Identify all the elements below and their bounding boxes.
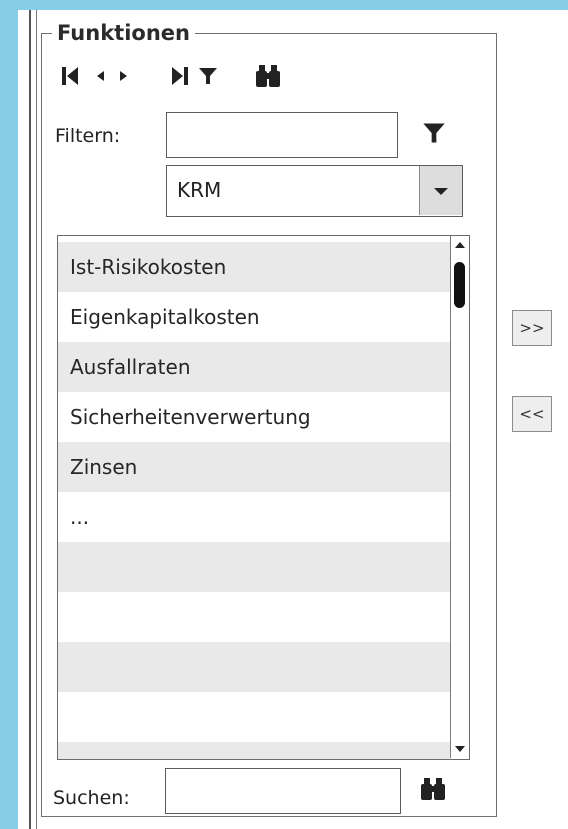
- list-item[interactable]: Eigenkapitalkosten: [58, 292, 451, 342]
- list-item[interactable]: Ist-Risikokosten: [58, 242, 451, 292]
- list-rows: Ist-Risikokosten Eigenkapitalkosten Ausfal…: [58, 242, 451, 759]
- first-record-icon[interactable]: [56, 62, 84, 90]
- search-input[interactable]: [165, 768, 401, 814]
- scroll-up-icon[interactable]: [451, 236, 469, 254]
- list-item-empty[interactable]: [58, 642, 451, 692]
- search-binoculars-icon[interactable]: [418, 776, 450, 804]
- category-dropdown[interactable]: KRM: [166, 165, 463, 217]
- next-icon[interactable]: [110, 62, 138, 90]
- window-edge-left: [0, 0, 18, 829]
- scroll-thumb[interactable]: [454, 262, 465, 308]
- list-item-empty[interactable]: [58, 592, 451, 642]
- divider-line-inner: [36, 10, 37, 829]
- list-item[interactable]: Sicherheitenverwertung: [58, 392, 451, 442]
- list-item[interactable]: Ausfallraten: [58, 342, 451, 392]
- dropdown-value: KRM: [177, 178, 222, 202]
- list-item-empty[interactable]: [58, 542, 451, 592]
- filter-icon[interactable]: [194, 62, 222, 90]
- list-item-empty[interactable]: [58, 742, 451, 759]
- scroll-down-icon[interactable]: [451, 740, 469, 758]
- window-edge-top: [18, 0, 568, 10]
- functions-listbox[interactable]: Ist-Risikokosten Eigenkapitalkosten Ausfal…: [57, 235, 470, 760]
- remove-button[interactable]: <<: [512, 396, 552, 432]
- filter-label: Filtern:: [55, 125, 121, 147]
- divider-line: [29, 10, 31, 829]
- chevron-down-icon[interactable]: [419, 166, 462, 215]
- binoculars-icon[interactable]: [252, 62, 284, 90]
- last-record-icon[interactable]: [166, 62, 194, 90]
- list-item[interactable]: Zinsen: [58, 442, 451, 492]
- search-label: Suchen:: [53, 787, 130, 809]
- filter-input[interactable]: [166, 112, 398, 158]
- filter-apply-icon[interactable]: [421, 120, 449, 148]
- panel-title: Funktionen: [57, 21, 190, 45]
- scrollbar[interactable]: [450, 236, 469, 758]
- list-item-empty[interactable]: [58, 692, 451, 742]
- list-item[interactable]: ...: [58, 492, 451, 542]
- add-button[interactable]: >>: [512, 310, 552, 346]
